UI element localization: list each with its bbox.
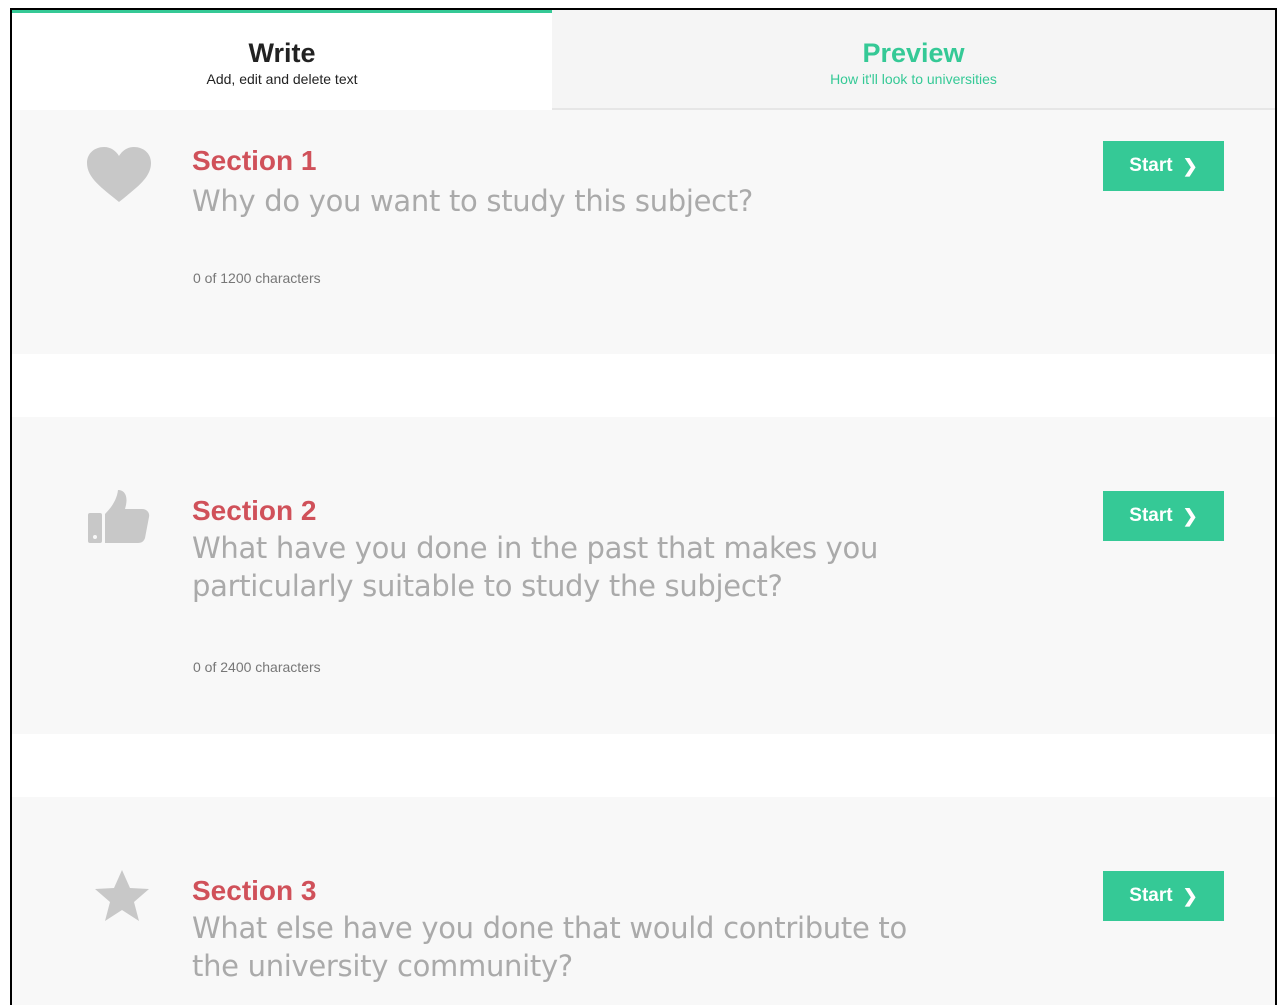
section-heading: Section 3: [192, 875, 317, 906]
start-button[interactable]: Start ❯: [1103, 871, 1224, 921]
section-heading: Section 1: [192, 145, 317, 176]
tab-write-title: Write: [248, 38, 316, 68]
chevron-right-icon: ❯: [1182, 885, 1198, 906]
tab-write[interactable]: Write Add, edit and delete text: [12, 10, 552, 110]
section-card-3: Section 3 What else have you done that w…: [12, 797, 1275, 1005]
tab-write-subtitle: Add, edit and delete text: [206, 71, 358, 87]
section-card-1: Section 1 Why do you want to study this …: [12, 110, 1275, 354]
tab-preview[interactable]: Preview How it'll look to universities: [552, 10, 1275, 110]
section-question: What have you done in the past that make…: [192, 531, 879, 603]
chevron-right-icon: ❯: [1182, 155, 1198, 176]
section-question: Why do you want to study this subject?: [192, 184, 753, 218]
start-button-label: Start: [1129, 885, 1173, 906]
start-button-label: Start: [1129, 505, 1173, 526]
character-count: 0 of 2400 characters: [193, 659, 321, 675]
heart-icon: [84, 145, 154, 205]
section-heading: Section 2: [192, 495, 317, 526]
thumbs-up-icon: [84, 487, 154, 547]
chevron-right-icon: ❯: [1182, 505, 1198, 526]
section-card-2: Section 2 What have you done in the past…: [12, 417, 1275, 734]
section-question: What else have you done that would contr…: [192, 911, 907, 983]
start-button[interactable]: Start ❯: [1103, 141, 1224, 191]
tab-preview-title: Preview: [862, 38, 965, 68]
star-icon: [84, 865, 154, 925]
character-count: 0 of 1200 characters: [193, 270, 321, 286]
start-button[interactable]: Start ❯: [1103, 491, 1224, 541]
tab-preview-subtitle: How it'll look to universities: [830, 71, 997, 87]
start-button-label: Start: [1129, 155, 1173, 176]
tab-bar: Write Add, edit and delete text Preview …: [12, 10, 1275, 110]
statement-editor: Write Add, edit and delete text Preview …: [10, 8, 1277, 1005]
